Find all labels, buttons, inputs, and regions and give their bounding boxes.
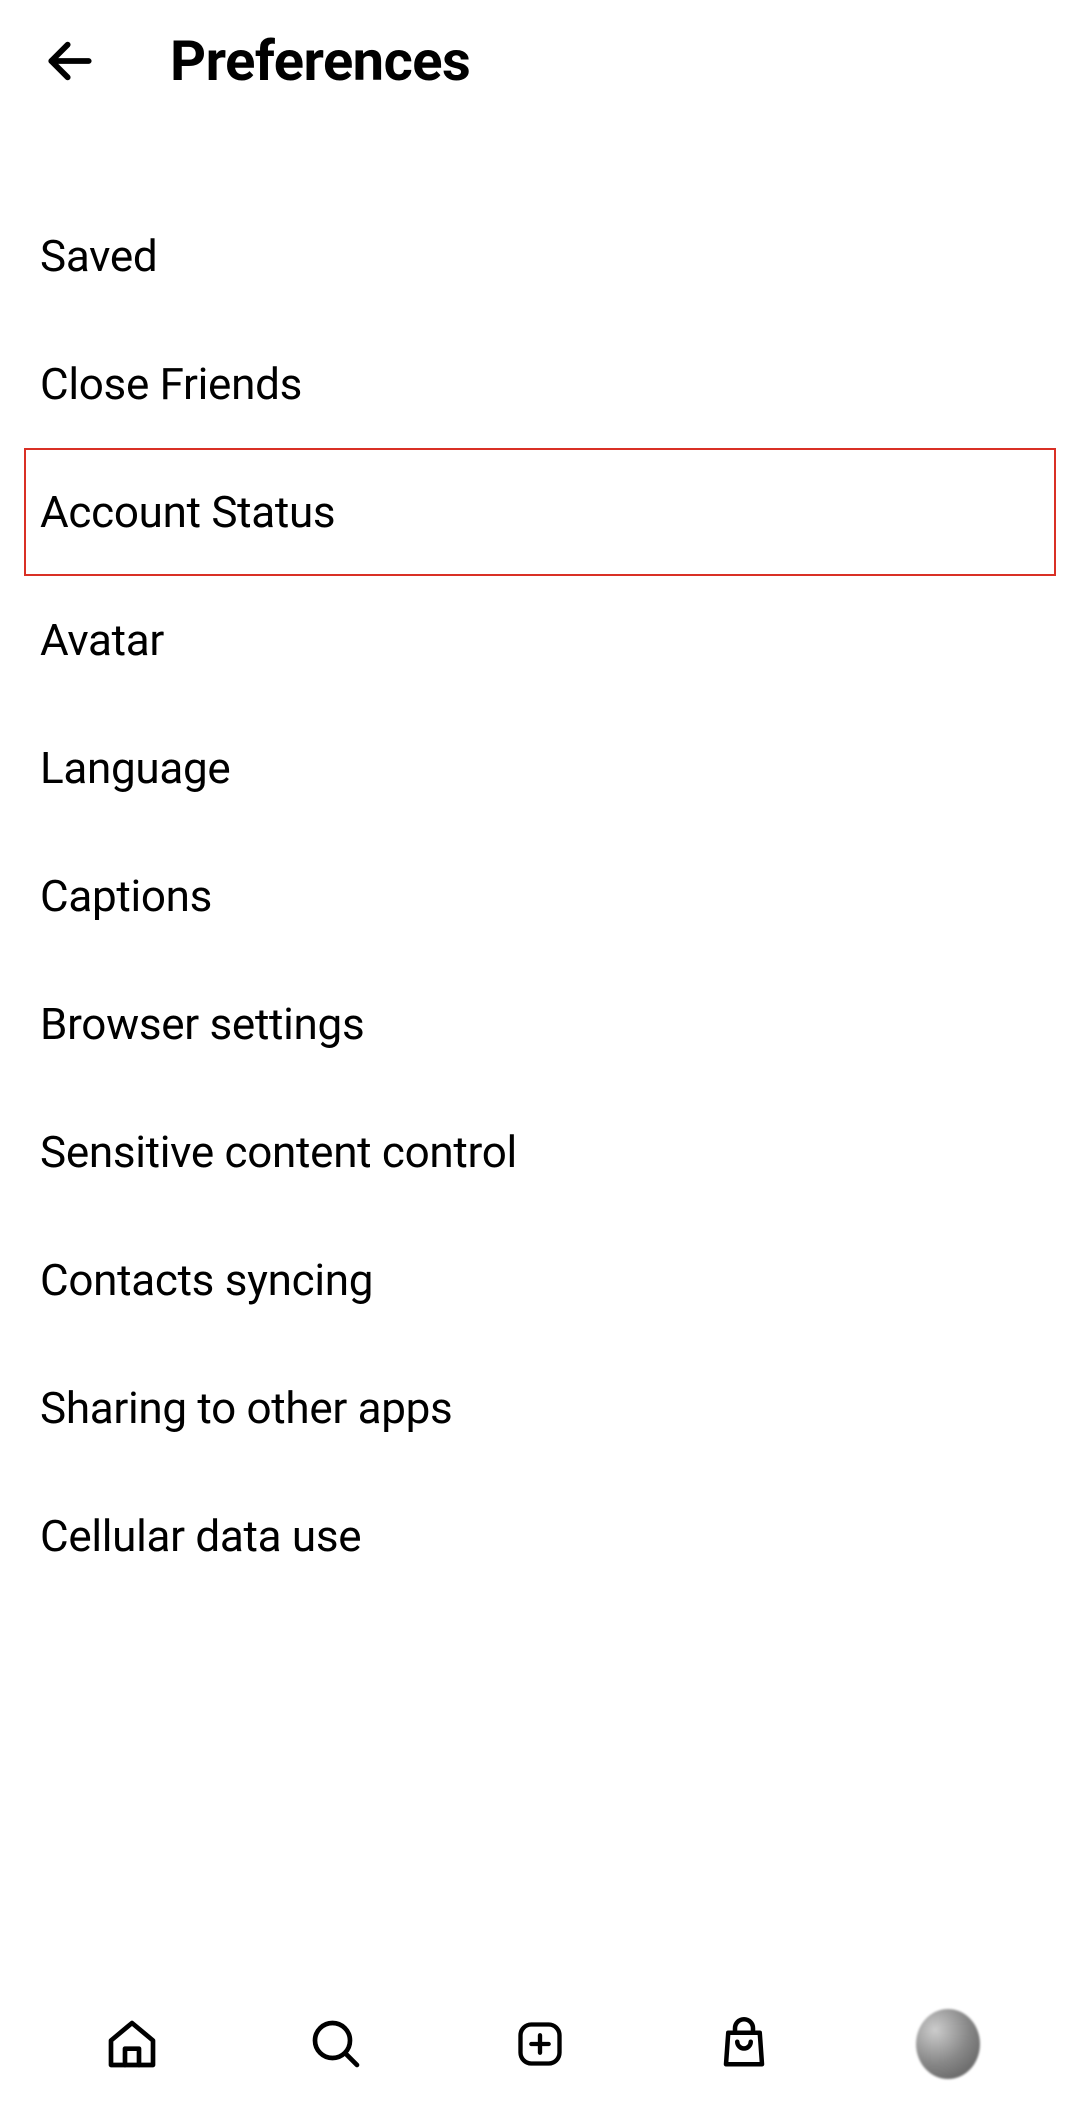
menu-item-cellular-data[interactable]: Cellular data use (0, 1472, 1080, 1600)
bottom-navigation (0, 1979, 1080, 2109)
nav-search[interactable] (304, 2012, 368, 2076)
search-icon (308, 2016, 364, 2072)
nav-home[interactable] (100, 2012, 164, 2076)
header: Preferences (0, 0, 1080, 122)
menu-item-sharing-apps[interactable]: Sharing to other apps (0, 1344, 1080, 1472)
nav-profile[interactable] (916, 2012, 980, 2076)
menu-item-sensitive-content[interactable]: Sensitive content control (0, 1088, 1080, 1216)
preferences-menu: Saved Close Friends Account Status Avata… (0, 122, 1080, 1600)
menu-item-contacts-syncing[interactable]: Contacts syncing (0, 1216, 1080, 1344)
back-button[interactable] (40, 31, 100, 91)
nav-create[interactable] (508, 2012, 572, 2076)
menu-item-browser-settings[interactable]: Browser settings (0, 960, 1080, 1088)
menu-item-captions[interactable]: Captions (0, 832, 1080, 960)
menu-item-account-status[interactable]: Account Status (24, 448, 1056, 576)
page-title: Preferences (170, 28, 470, 94)
menu-item-close-friends[interactable]: Close Friends (0, 320, 1080, 448)
menu-item-avatar[interactable]: Avatar (0, 576, 1080, 704)
avatar-icon (916, 2009, 980, 2079)
menu-item-saved[interactable]: Saved (0, 192, 1080, 320)
plus-square-icon (514, 2018, 566, 2070)
arrow-left-icon (42, 33, 98, 89)
shopping-bag-icon (717, 2017, 771, 2071)
menu-item-language[interactable]: Language (0, 704, 1080, 832)
home-icon (104, 2016, 160, 2072)
nav-shop[interactable] (712, 2012, 776, 2076)
